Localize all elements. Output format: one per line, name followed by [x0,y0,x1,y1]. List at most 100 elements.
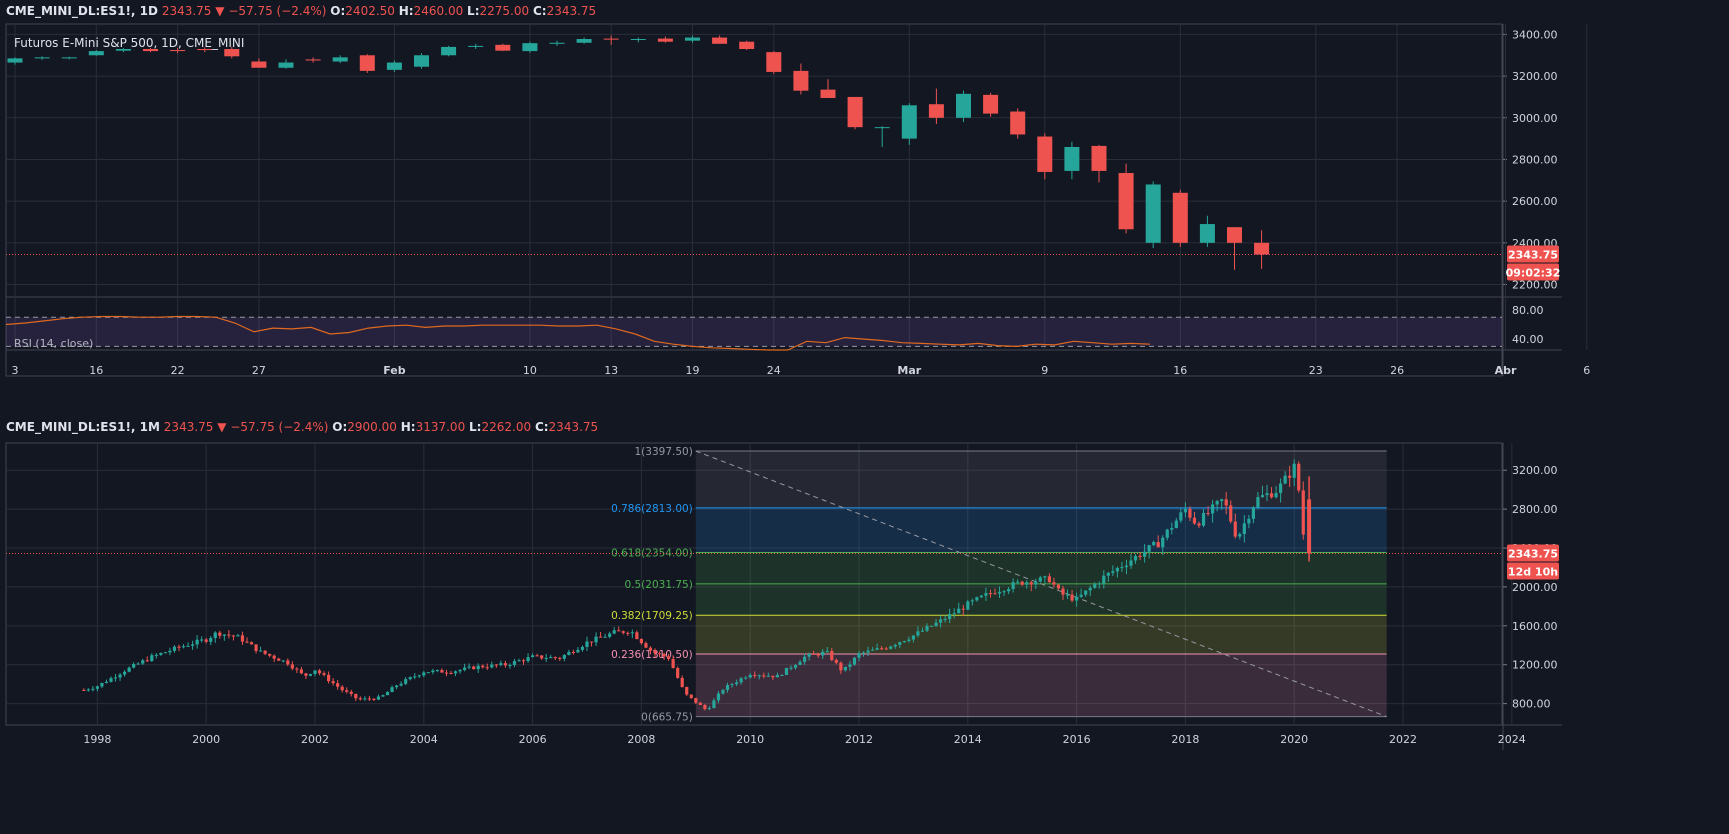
daily-candle-body[interactable] [657,38,673,42]
daily-candle-body[interactable] [251,61,267,68]
daily-candle-body[interactable] [603,38,619,40]
daily-candle-body[interactable] [332,57,348,62]
daily-candle-body[interactable] [847,96,863,128]
daily-candle-body[interactable] [386,62,402,70]
top-high-value: 2460.00 [413,4,464,18]
monthly-candle-body [385,692,390,696]
bottom-y-tick-label: 800.00 [1512,698,1551,711]
monthly-candle-body [902,641,906,643]
bottom-symbol[interactable]: CME_MINI_DL:ES1!, 1M [6,420,160,434]
daily-candle-body[interactable] [712,37,728,44]
daily-candle-body[interactable] [278,62,294,68]
monthly-last-candle-body[interactable] [1307,499,1312,554]
daily-candle-body[interactable] [793,70,809,91]
top-low-value: 2275.00 [479,4,530,18]
monthly-candle-body [1084,590,1088,595]
monthly-candle-body [372,698,376,700]
daily-candle-body[interactable] [61,57,77,59]
fib-zone [695,583,1387,616]
bottom-y-tick-label: 3200.00 [1512,464,1558,477]
monthly-candle-body [231,635,235,637]
daily-candle-body[interactable] [928,104,944,118]
daily-candle-body[interactable] [1227,227,1242,243]
daily-candle-body[interactable] [522,43,538,52]
daily-candle-body[interactable] [1254,242,1270,255]
monthly-candle-body [911,635,915,640]
daily-candle-body[interactable] [766,52,782,72]
top-y-tick-label: 3000.00 [1512,112,1558,125]
daily-candle-body[interactable] [549,42,565,44]
monthly-candle-body [494,664,498,666]
daily-candle-body[interactable] [685,37,700,41]
monthly-candle-body [531,655,535,658]
monthly-candle-body [812,653,816,655]
daily-candle-body[interactable] [1064,146,1080,171]
daily-candle-body[interactable] [1199,224,1215,243]
daily-candle-body[interactable] [1037,136,1053,172]
daily-candle-body[interactable] [874,127,890,129]
top-symbol[interactable]: CME_MINI_DL:ES1!, 1D [6,4,158,18]
top-low-label: L: [467,4,480,18]
top-close-value: 2343.75 [546,4,597,18]
daily-candle-body[interactable] [983,94,999,114]
monthly-candle-body [349,691,353,694]
daily-candle-body[interactable] [739,41,755,50]
monthly-candle-body [444,672,449,674]
monthly-candle-body [1283,475,1287,484]
top-x-tick-label: 19 [686,364,700,377]
monthly-candle-body [485,667,489,669]
monthly-candle-body [589,641,594,643]
monthly-candle-body [793,664,798,668]
monthly-candle-body [635,632,639,639]
daily-candle-body[interactable] [1091,145,1107,171]
chart-canvas[interactable]: 3400.003200.003000.002800.002600.002400.… [0,0,1729,834]
daily-candle-body[interactable] [630,39,646,41]
monthly-candle-body [1152,542,1156,546]
daily-candle-body[interactable] [441,46,457,56]
monthly-candle-body [512,661,517,665]
top-countdown-badge-label: 09:02:32 [1506,267,1561,280]
monthly-candle-body [358,698,362,700]
daily-candle-body[interactable] [820,89,836,98]
monthly-candle-body [240,635,245,642]
daily-candle-body[interactable] [1145,184,1161,243]
chart-workspace: 3400.00 3200.00 3000.00 2800.00 2600.00 2400.… [0,0,1729,834]
daily-candle-body[interactable] [468,45,484,47]
monthly-candle-body [893,644,897,647]
monthly-candle-body [939,619,943,623]
daily-candle-body[interactable] [956,93,971,118]
monthly-candle-body [268,653,272,656]
monthly-candle-body [603,636,607,638]
top-x-tick-label: Feb [383,364,406,377]
daily-candle-body[interactable] [576,39,592,43]
monthly-candle-body [753,675,757,677]
daily-candle-body[interactable] [359,55,375,71]
daily-candle-body[interactable] [224,49,240,57]
monthly-candle-body [757,675,761,677]
monthly-candle-body [703,704,707,710]
rsi-title[interactable]: RSI (14, close) [14,337,93,350]
daily-candle-body[interactable] [170,50,186,52]
daily-candle-body[interactable] [1010,111,1026,135]
daily-candle-body[interactable] [1172,192,1188,243]
daily-candle-body[interactable] [88,51,104,56]
daily-candle-body[interactable] [495,44,511,51]
monthly-candle-body [957,608,961,614]
monthly-candle-body [390,687,394,693]
monthly-candle-body [1165,529,1169,538]
monthly-candle-body [821,651,825,656]
monthly-candle-body [1274,492,1278,498]
monthly-candle-body [970,600,974,602]
monthly-candle-body [431,670,435,673]
daily-candle-body[interactable] [1118,173,1134,230]
daily-candle-body[interactable] [901,105,917,139]
daily-candle-body[interactable] [305,59,321,61]
daily-candle-body[interactable] [414,55,429,67]
daily-candle-body[interactable] [34,57,50,59]
monthly-candle-body [608,633,612,637]
monthly-candle-body [1020,581,1024,585]
daily-candle-body[interactable] [7,58,23,63]
top-y-tick-label: 2600.00 [1512,195,1558,208]
monthly-candle-body [281,660,285,662]
fib-level-label: 0.382(1709.25) [611,610,693,622]
